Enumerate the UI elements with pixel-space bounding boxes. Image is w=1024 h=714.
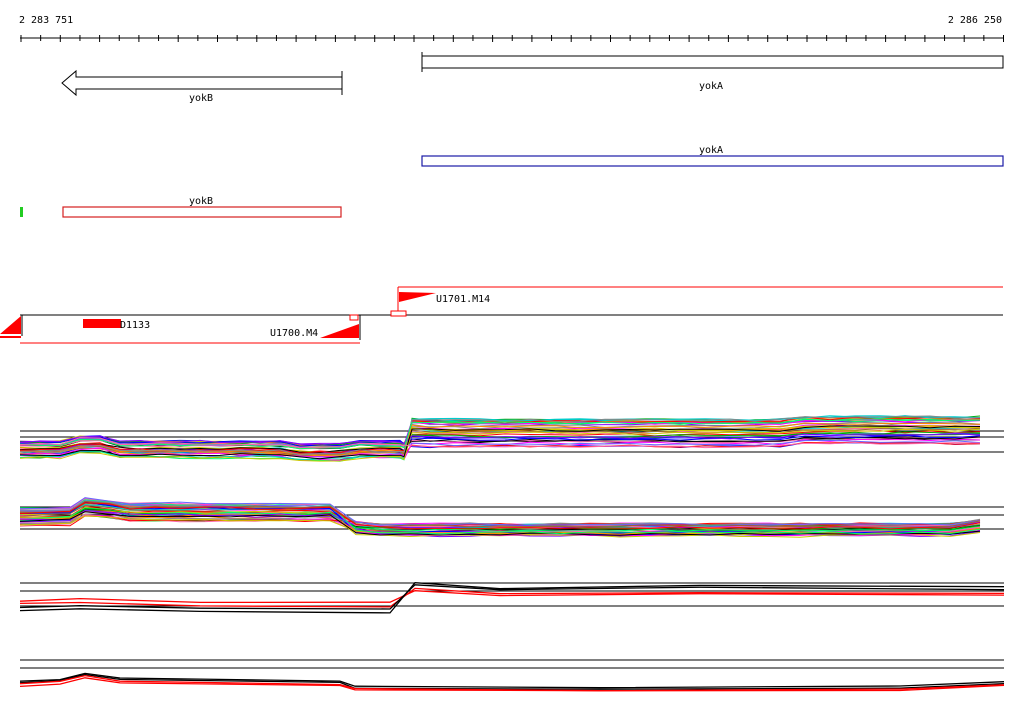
- ruler-start-label: 2 283 751: [19, 15, 73, 26]
- annotation-track: yokA yokB: [20, 145, 1004, 218]
- track2-profiles: [19, 497, 981, 538]
- expression-track-1: [19, 415, 1004, 462]
- expression-track-2: [19, 497, 1004, 538]
- small-terminator-box[interactable]: [349, 314, 359, 321]
- track3-profiles: [19, 582, 1005, 614]
- track4-profiles: [19, 672, 1005, 692]
- yokA-gene-box[interactable]: [421, 55, 1004, 69]
- yokA-annotation-box[interactable]: [421, 155, 1004, 167]
- u1701-flag-icon[interactable]: [399, 292, 436, 302]
- yokA-annotation-label: yokA: [699, 145, 723, 156]
- ruler-end-label: 2 286 250: [948, 15, 1002, 26]
- u1700-ramp-icon[interactable]: [320, 324, 359, 338]
- gene-model-track: yokB yokA: [61, 52, 1004, 104]
- green-marker: [20, 207, 23, 217]
- coordinate-ruler: 2 283 751 2 286 250: [19, 15, 1004, 42]
- yokB-annotation-label: yokB: [189, 196, 213, 207]
- expression-track-3: [19, 582, 1005, 614]
- genome-browser-canvas: 2 283 751 2 286 250 yokB yokA yokA yokB …: [0, 15, 1005, 692]
- u1701-label: U1701.M14: [436, 294, 490, 305]
- track1-profiles: [19, 415, 981, 462]
- d1133-block[interactable]: [83, 319, 121, 328]
- d1133-label: D1133: [120, 320, 150, 331]
- yokB-gene-arrow[interactable]: [61, 69, 343, 97]
- yokA-gene-label: yokA: [699, 81, 723, 92]
- track3-profile-line: [19, 582, 1005, 614]
- small-promoter-box[interactable]: [390, 310, 407, 317]
- yokB-gene-label: yokB: [189, 93, 213, 104]
- feature-track: U1701.M14 D1133 U1700.M4: [0, 286, 1003, 344]
- left-red-ramp-icon: [0, 316, 21, 334]
- u1700-label: U1700.M4: [270, 328, 318, 339]
- expression-track-4: [19, 659, 1005, 692]
- yokB-annotation-box[interactable]: [62, 206, 342, 218]
